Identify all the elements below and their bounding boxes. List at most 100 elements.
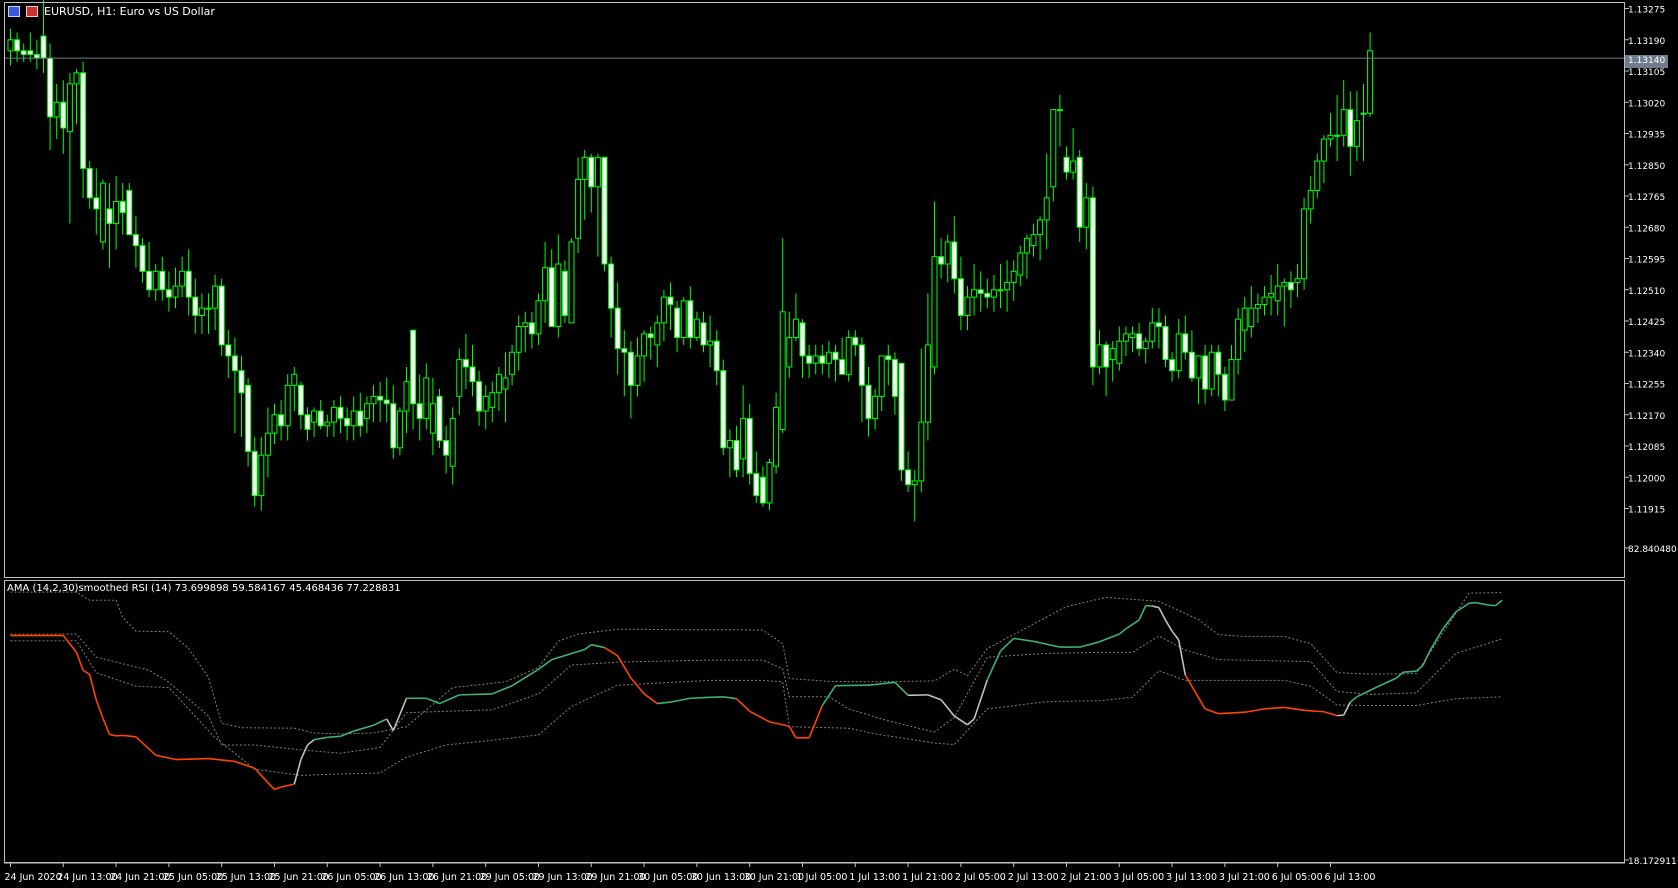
candle-body (1188, 351, 1195, 379)
candle-body (152, 270, 159, 291)
candle-body (258, 454, 265, 497)
candle-body (1043, 197, 1050, 221)
candle-body (858, 344, 865, 386)
candle-body (495, 373, 502, 394)
candle-body (502, 377, 509, 390)
price-tick-label: 1.12425 (1628, 318, 1665, 328)
time-tick-label: 3 Jul 21:00 (1219, 872, 1270, 883)
price-tick-label: 1.12340 (1628, 349, 1665, 359)
price-tick-label: 1.12510 (1628, 287, 1665, 297)
indicator-tick-label: 82.840480 (1628, 545, 1677, 555)
candle-body (238, 370, 245, 394)
candle-body (786, 337, 793, 368)
ama-segment (459, 693, 493, 696)
candle-body (608, 263, 615, 309)
candle-body (654, 322, 661, 346)
time-tick-label: 25 Jun 13:00 (216, 872, 276, 883)
candle-body (66, 83, 73, 133)
candle-body (423, 377, 430, 419)
chart-canvas: 1.13275 1.13190 1.13105 1.13020 1.12935 1.128… (0, 0, 1678, 888)
candle-body (53, 101, 60, 118)
candle-body (1195, 355, 1202, 379)
time-tick-label: 26 Jun 05:00 (321, 872, 381, 883)
time-tick-label: 24 Jun 2020 (5, 872, 62, 883)
candle-body (60, 101, 67, 129)
candle-body (1096, 344, 1103, 368)
candle-body (674, 307, 681, 339)
window-icon[interactable] (8, 6, 20, 17)
price-tick-label: 1.12000 (1628, 474, 1665, 484)
candle-body (20, 50, 27, 55)
candle-body (509, 351, 516, 375)
candle-body (575, 178, 582, 239)
price-tick-label: 1.13275 (1628, 6, 1665, 16)
candle-body (773, 406, 780, 467)
candle-body (997, 289, 1004, 292)
candle-body (812, 355, 819, 364)
candle-body (86, 167, 93, 199)
candle-body (726, 439, 733, 449)
candle-body (1076, 156, 1083, 228)
candle-body (951, 241, 958, 280)
candle-body (1261, 296, 1268, 305)
price-tick-label: 1.13020 (1628, 99, 1665, 109)
candle-body (1228, 359, 1235, 401)
candle-body (792, 318, 799, 339)
price-tick-label: 1.12935 (1628, 131, 1665, 141)
price-tick-label: 1.12595 (1628, 256, 1665, 266)
candle-body (1083, 197, 1090, 228)
candle-body (390, 403, 397, 449)
candle-body (990, 289, 997, 298)
candle-body (1287, 281, 1294, 291)
candle-body (1248, 307, 1255, 328)
candle-body (271, 414, 278, 434)
candle-body (561, 270, 568, 316)
candle-body (93, 197, 100, 210)
candle-body (700, 322, 707, 346)
candle-body (819, 355, 826, 364)
candle-body (198, 307, 205, 316)
candle-body (1063, 156, 1070, 173)
candle-body (192, 296, 199, 316)
candle-body (278, 414, 285, 427)
candle-body (370, 395, 377, 405)
price-tick-label: 1.11915 (1628, 506, 1665, 516)
candle-body (264, 432, 271, 456)
candle-body (1353, 120, 1360, 147)
time-tick-label: 2 Jul 05:00 (955, 872, 1006, 883)
candle-body (872, 395, 879, 419)
candle-body (707, 340, 714, 346)
candle-body (350, 410, 357, 427)
candle-body (680, 300, 687, 339)
candle-body (1136, 333, 1143, 350)
candle-body (73, 72, 80, 85)
symbol-flag-icon (26, 6, 38, 17)
candle-body (878, 355, 885, 397)
candle-body (33, 53, 40, 59)
candle-body (1294, 278, 1301, 283)
candle-body (1281, 281, 1288, 287)
candle-body (759, 476, 766, 504)
candle-body (14, 39, 21, 52)
candle-body (568, 241, 575, 324)
candle-body (218, 285, 225, 346)
candle-body (740, 417, 747, 460)
candle-body (924, 344, 931, 423)
candle-body (377, 395, 384, 401)
candle-body (964, 296, 971, 316)
time-tick-label: 3 Jul 13:00 (1166, 872, 1217, 883)
candle-body (634, 355, 641, 386)
candle-body (1360, 112, 1367, 115)
candle-body (1320, 138, 1327, 162)
candle-body (1340, 109, 1347, 136)
time-tick-label: 29 Jun 05:00 (480, 872, 540, 883)
time-tick-label: 30 Jun 13:00 (691, 872, 751, 883)
time-tick-label: 24 Jun 13:00 (57, 872, 117, 883)
candle-body (1347, 109, 1354, 147)
candle-body (363, 403, 370, 419)
candle-body (179, 270, 186, 287)
candle-body (1314, 160, 1321, 191)
candle-body (911, 480, 918, 486)
candle-body (1089, 197, 1096, 368)
candle-body (383, 399, 390, 405)
